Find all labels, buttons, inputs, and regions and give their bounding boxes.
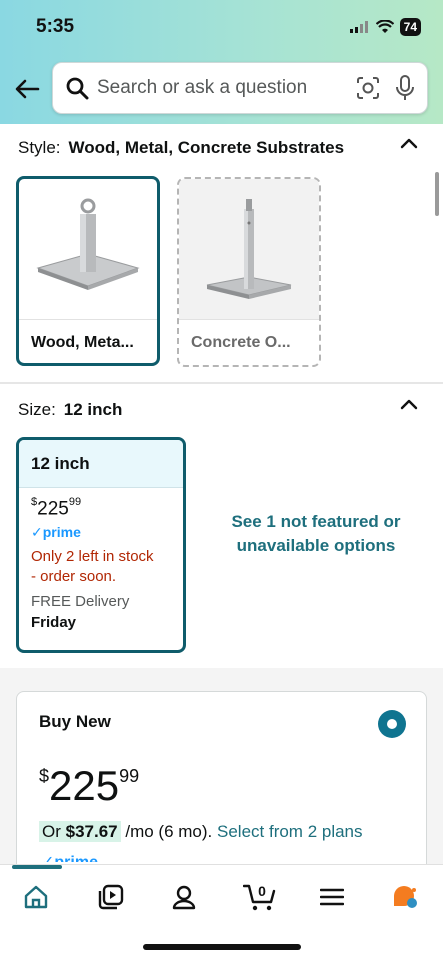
- chevron-up-icon[interactable]: [399, 136, 419, 150]
- buy-new-price: $22599: [39, 762, 140, 809]
- size-label: Size:: [18, 400, 56, 419]
- nav-account[interactable]: [162, 875, 206, 919]
- style-option-label: Wood, Meta...: [19, 319, 157, 363]
- video-icon: [98, 884, 124, 910]
- search-input[interactable]: [97, 77, 342, 99]
- app-header: 5:35 74: [0, 0, 443, 124]
- wifi-icon: [375, 20, 394, 33]
- monthly-payment: Or $37.67 /mo (6 mo). Select from 2 plan…: [39, 821, 363, 842]
- style-option-label: Concrete O...: [179, 319, 319, 365]
- size-option-12-inch[interactable]: 12 inch $22599 ✓prime Only 2 left in sto…: [16, 437, 186, 653]
- style-label-row: Style: Wood, Metal, Concrete Substrates: [18, 138, 344, 158]
- nav-rufus[interactable]: [384, 875, 428, 919]
- size-value: 12 inch: [63, 400, 123, 419]
- size-option-name: 12 inch: [19, 440, 183, 488]
- nav-video[interactable]: [89, 875, 133, 919]
- style-option-wood-metal[interactable]: Wood, Meta...: [16, 176, 160, 366]
- style-label: Style:: [18, 138, 61, 157]
- style-value: Wood, Metal, Concrete Substrates: [68, 138, 345, 157]
- active-tab-indicator: [12, 865, 62, 869]
- microphone-icon[interactable]: [394, 73, 415, 103]
- size-label-row: Size: 12 inch: [18, 400, 122, 420]
- nav-menu[interactable]: [310, 875, 354, 919]
- style-option-concrete[interactable]: Concrete O...: [177, 177, 321, 367]
- svg-text:0: 0: [258, 883, 266, 899]
- battery-indicator: 74: [399, 18, 421, 36]
- menu-icon: [320, 888, 344, 906]
- arrow-left-icon: [15, 79, 40, 99]
- back-button[interactable]: [12, 74, 42, 104]
- buy-new-title: Buy New: [39, 712, 111, 731]
- product-image: [19, 179, 157, 319]
- prime-badge: ✓prime: [41, 852, 98, 862]
- chevron-up-icon[interactable]: [399, 397, 419, 411]
- nav-cart[interactable]: 0: [238, 875, 282, 919]
- scrollbar[interactable]: [435, 172, 439, 216]
- size-price: $22599: [31, 496, 82, 520]
- search-bar[interactable]: [52, 62, 428, 114]
- signal-icon: [349, 21, 368, 33]
- prime-badge: ✓prime: [31, 524, 81, 541]
- product-image: [179, 179, 319, 319]
- status-icons: 74: [349, 18, 421, 36]
- buy-new-card[interactable]: Buy New $22599 Or $37.67 /mo (6 mo). Sel…: [16, 691, 427, 881]
- camera-scan-icon[interactable]: [356, 73, 380, 103]
- home-icon: [24, 885, 48, 909]
- rufus-icon: [394, 886, 417, 908]
- home-indicator: [143, 944, 301, 950]
- divider: [0, 382, 443, 384]
- account-icon: [172, 885, 196, 910]
- radio-selected-icon[interactable]: [378, 710, 406, 738]
- status-time: 5:35: [36, 16, 75, 37]
- select-plans-link[interactable]: Select from 2 plans: [217, 822, 363, 841]
- nav-home[interactable]: [14, 875, 58, 919]
- see-unavailable-options-link[interactable]: See 1 not featured or unavailable option…: [206, 510, 426, 558]
- delivery-info: FREE Delivery Friday: [31, 593, 130, 632]
- stock-warning: Only 2 left in stock - order soon.: [31, 548, 154, 586]
- cart-icon: 0: [243, 883, 276, 911]
- search-icon: [65, 75, 89, 101]
